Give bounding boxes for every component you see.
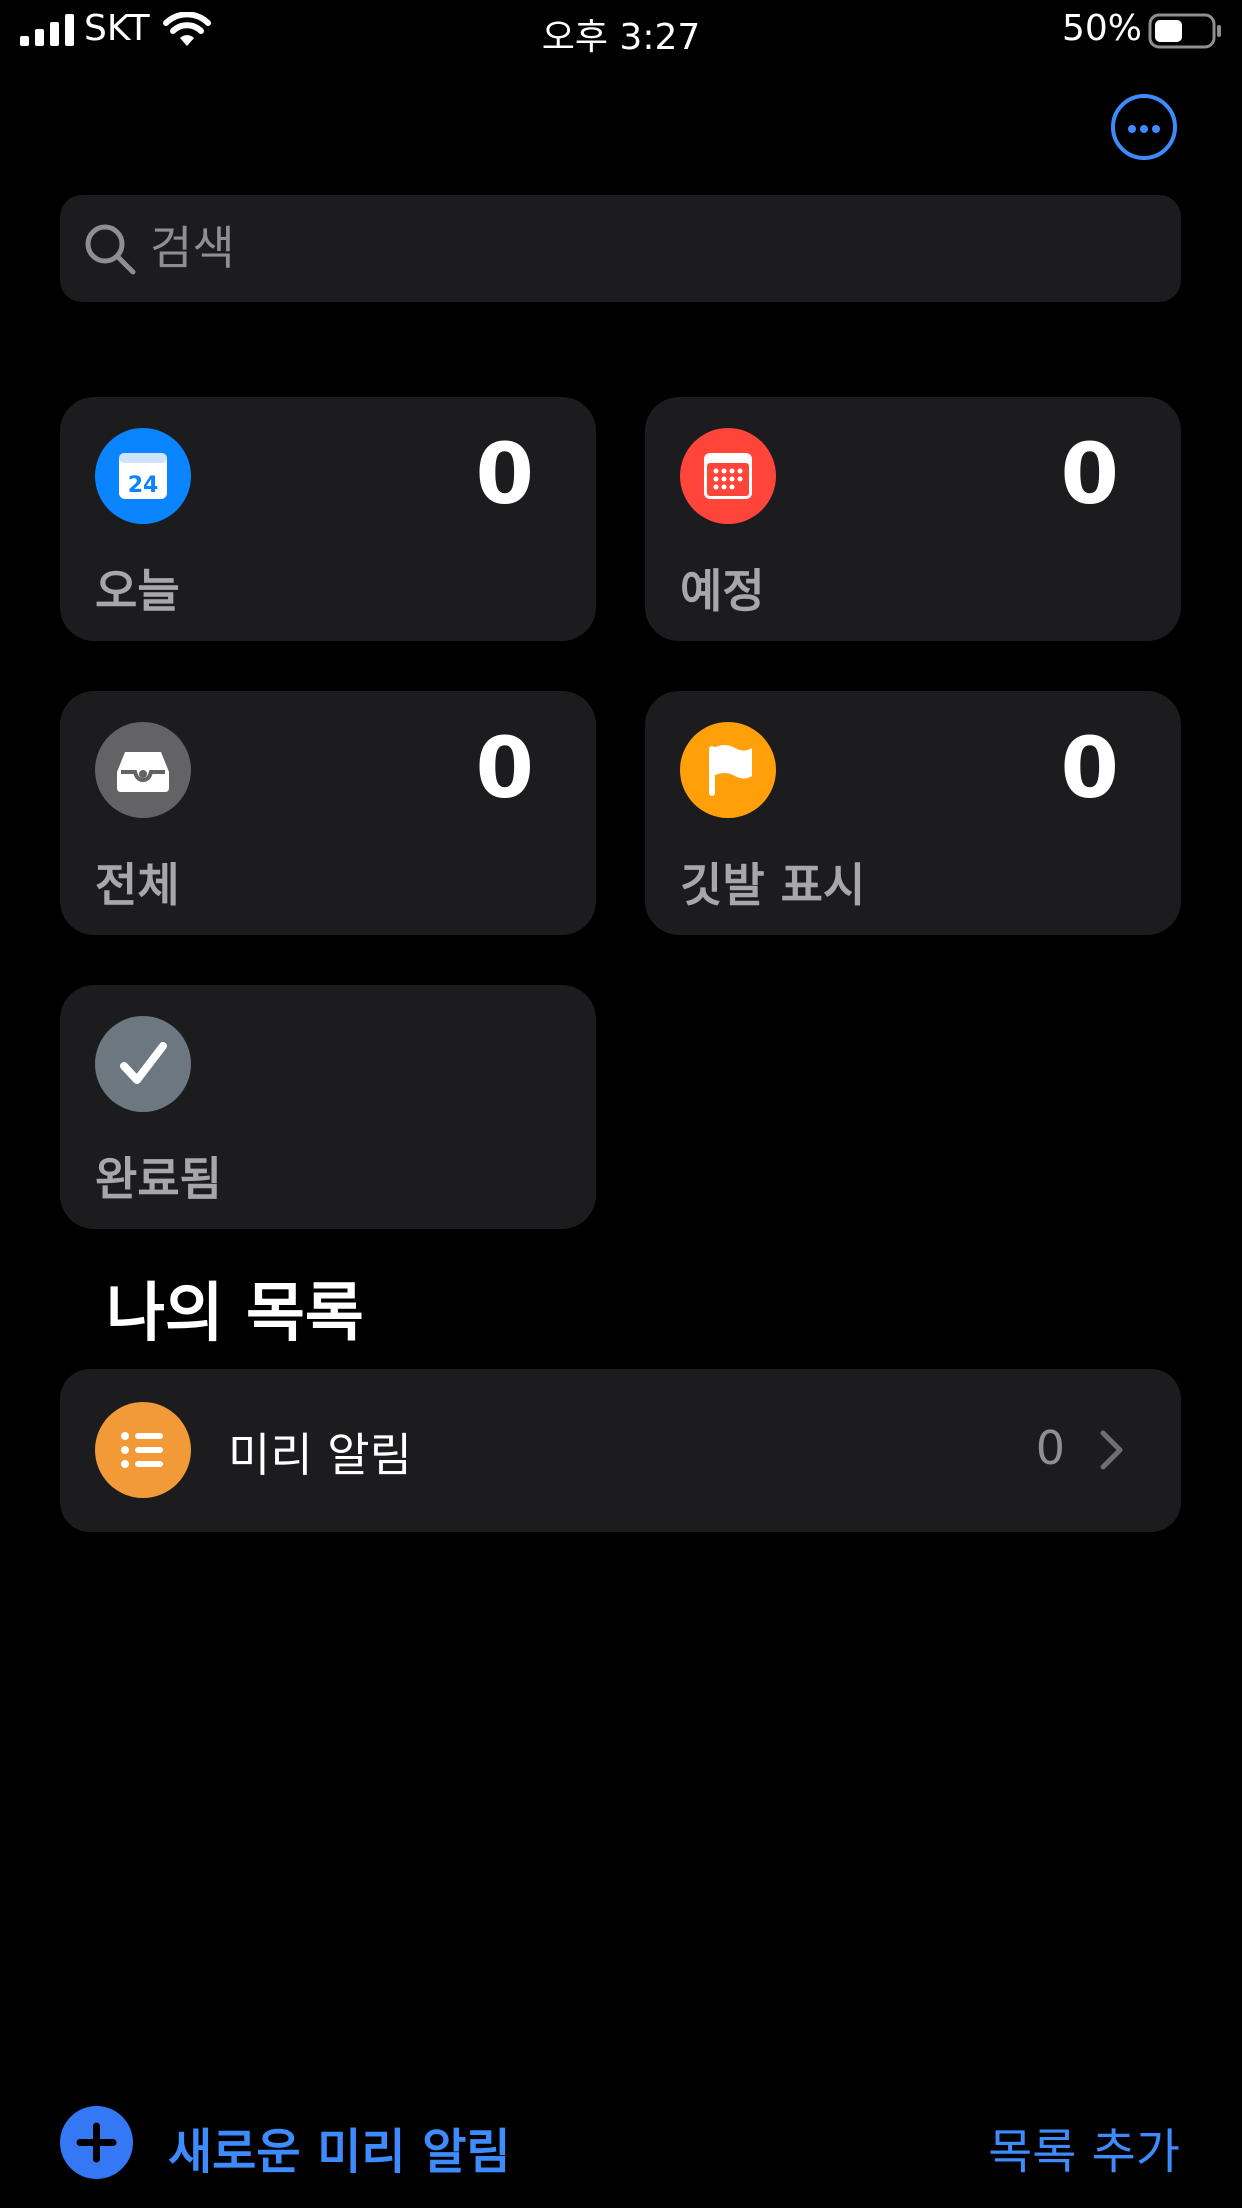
tray-icon-circle (95, 722, 191, 818)
completed-label: 완료됨 (95, 1152, 222, 1206)
scheduled-count: 0 (1060, 425, 1119, 523)
list-item-count: 0 (1035, 1421, 1065, 1475)
flag-icon-circle (680, 722, 776, 818)
flag-icon (709, 745, 752, 796)
calendar-grid-icon-circle (680, 428, 776, 524)
search-bar[interactable] (60, 195, 1181, 302)
calendar-date-text: 24 (128, 473, 159, 498)
list-item-reminders[interactable]: 미리 알림 0 (60, 1369, 1181, 1532)
reminders-screen: SKT 오후 3:27 50% 24 (0, 0, 1242, 2208)
calendar-today-icon-circle: 24 (95, 428, 191, 524)
calendar-today-icon: 24 (119, 453, 167, 499)
add-list-button[interactable]: 목록 추가 (988, 2112, 1180, 2182)
flagged-count: 0 (1060, 719, 1119, 817)
ellipsis-dot (1152, 125, 1160, 133)
scheduled-label: 예정 (680, 564, 765, 618)
status-time: 오후 3:27 (541, 17, 701, 58)
tray-icon (117, 752, 169, 792)
status-bar: SKT 오후 3:27 50% (0, 0, 1242, 62)
search-icon (85, 224, 136, 275)
my-lists-heading: 나의 목록 (106, 1277, 364, 1351)
list-bullet-icon (121, 1432, 163, 1468)
ellipsis-circle-icon (1128, 125, 1136, 133)
checkmark-icon (120, 1042, 167, 1084)
flagged-label: 깃발 표시 (680, 858, 866, 912)
smart-list-today[interactable]: 24 0 오늘 (60, 397, 596, 641)
battery-percentage: 50% (1061, 8, 1142, 49)
calendar-grid-icon (704, 453, 752, 499)
smart-list-flagged[interactable]: 0 깃발 표시 (645, 691, 1181, 935)
checkmark-icon-circle (95, 1016, 191, 1112)
new-reminder-label: 새로운 미리 알림 (168, 2124, 511, 2180)
list-item-label: 미리 알림 (228, 1428, 412, 1482)
ellipsis-dot (1140, 125, 1148, 133)
battery-icon (1148, 13, 1221, 49)
smart-list-completed[interactable]: 완료됨 (60, 985, 596, 1229)
chevron-right-icon (1100, 1430, 1123, 1470)
all-count: 0 (475, 719, 534, 817)
today-label: 오늘 (95, 564, 180, 618)
today-count: 0 (475, 425, 534, 523)
search-input[interactable] (150, 215, 1050, 281)
more-options-button[interactable] (1111, 94, 1177, 160)
smart-list-scheduled[interactable]: 0 예정 (645, 397, 1181, 641)
smart-list-all[interactable]: 0 전체 (60, 691, 596, 935)
plus-circle-icon (60, 2106, 133, 2179)
plus-icon (76, 2122, 117, 2163)
list-bullet-icon-circle (95, 1402, 191, 1498)
all-label: 전체 (95, 858, 180, 912)
